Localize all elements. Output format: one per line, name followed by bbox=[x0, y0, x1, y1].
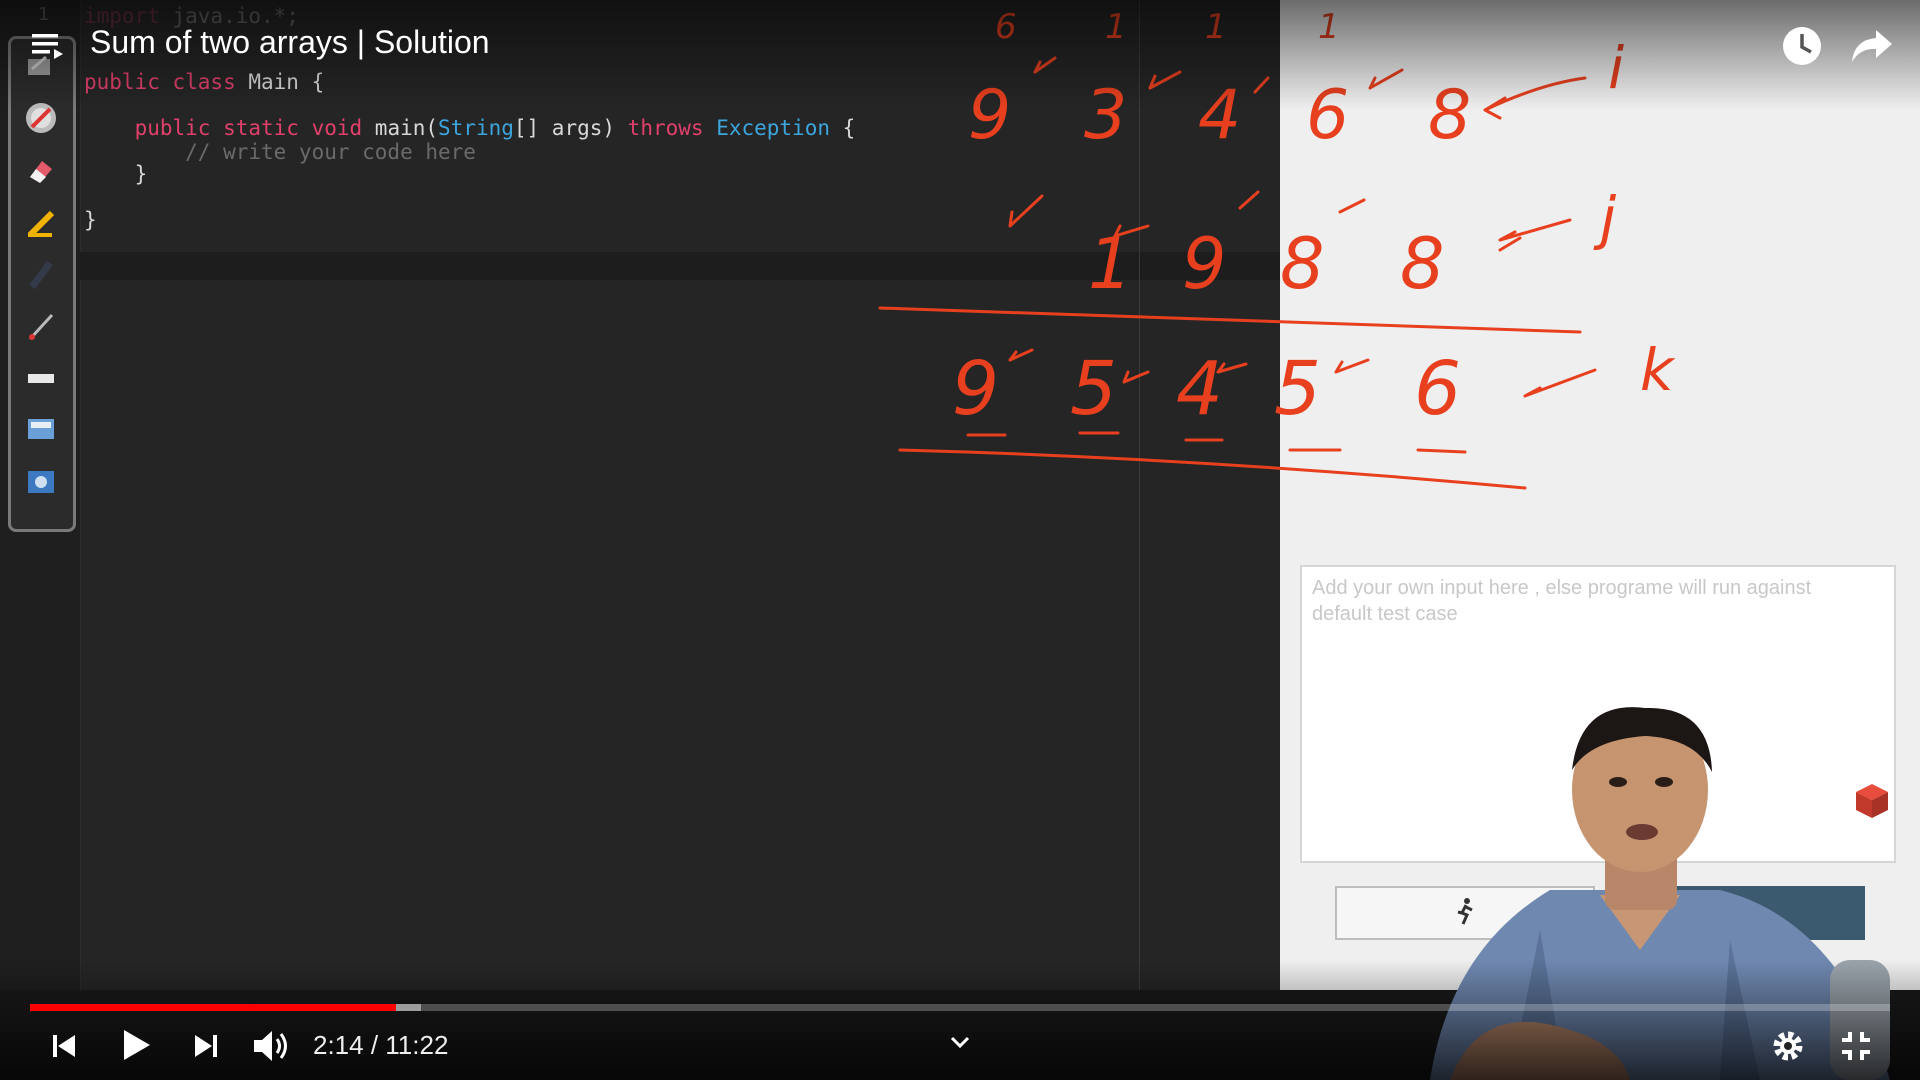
exit-fullscreen-icon bbox=[1842, 1032, 1870, 1060]
previous-icon bbox=[53, 1035, 75, 1057]
volume-button[interactable] bbox=[250, 1022, 294, 1070]
next-button[interactable] bbox=[186, 1024, 226, 1068]
play-icon bbox=[124, 1030, 150, 1060]
settings-button[interactable] bbox=[1768, 1026, 1808, 1066]
pointer-arrow-k bbox=[1523, 368, 1597, 398]
handwritten-digit-middle: 8 bbox=[1280, 223, 1325, 305]
video-player[interactable]: 1 import java.io.*;public class Main { p… bbox=[0, 0, 1920, 1080]
play-button[interactable] bbox=[114, 1020, 158, 1070]
watch-later-icon[interactable] bbox=[1780, 24, 1824, 68]
exit-fullscreen-button[interactable] bbox=[1836, 1026, 1876, 1066]
volume-icon bbox=[254, 1031, 287, 1061]
video-title[interactable]: Sum of two arrays | Solution bbox=[90, 24, 490, 61]
handwritten-digit-result: 5 bbox=[1070, 346, 1117, 432]
current-time: 2:14 bbox=[313, 1030, 364, 1060]
playlist-icon[interactable] bbox=[30, 28, 66, 64]
settings-icon bbox=[1773, 1031, 1803, 1061]
sum-line-top bbox=[878, 306, 1582, 334]
progress-played bbox=[30, 1004, 397, 1011]
channel-logo-icon bbox=[1856, 784, 1888, 818]
pointer-label: j bbox=[1593, 184, 1617, 252]
handwritten-digit-result: 9 bbox=[952, 346, 999, 432]
chapter-expand-button[interactable] bbox=[944, 1028, 976, 1056]
next-icon bbox=[195, 1035, 217, 1057]
previous-button[interactable] bbox=[44, 1024, 84, 1068]
handwritten-digit-middle: 9 bbox=[1182, 223, 1227, 305]
time-separator: / bbox=[363, 1030, 386, 1060]
handwritten-digit-result: 4 bbox=[1176, 346, 1223, 432]
share-icon[interactable] bbox=[1848, 24, 1896, 68]
handwritten-digit-result: 6 bbox=[1414, 346, 1461, 432]
pointer-label: k bbox=[1640, 336, 1676, 404]
chevron-down-icon bbox=[950, 1036, 970, 1049]
handwritten-digit-middle: 1 bbox=[1088, 223, 1133, 305]
sum-line-bottom bbox=[898, 448, 1527, 490]
progress-bar[interactable] bbox=[30, 1004, 1890, 1011]
time-display: 2:14 / 11:22 bbox=[313, 1030, 448, 1061]
handwritten-digit-middle: 8 bbox=[1400, 223, 1445, 305]
duration: 11:22 bbox=[385, 1030, 449, 1060]
handwritten-digit-result: 5 bbox=[1274, 346, 1321, 432]
pointer-arrow-j bbox=[1498, 218, 1572, 242]
